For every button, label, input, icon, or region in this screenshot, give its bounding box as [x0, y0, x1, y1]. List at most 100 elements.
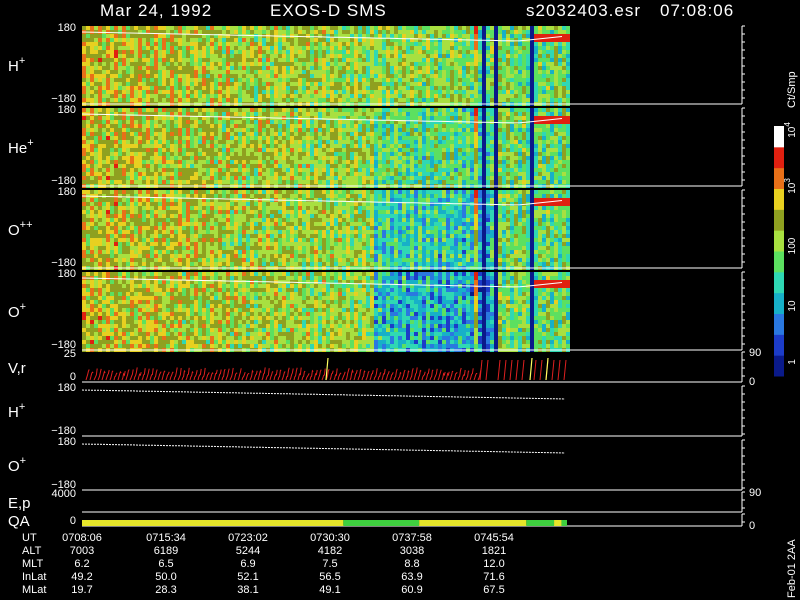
- header-file: s2032403.esr: [526, 1, 641, 20]
- panel: O++180−180: [8, 186, 745, 270]
- panel: He+180−180: [8, 104, 745, 188]
- time-cell: 7003: [70, 545, 94, 557]
- time-cell: 1821: [482, 545, 506, 557]
- time-cell: 12.0: [483, 558, 504, 570]
- time-row-label: MLT: [22, 558, 43, 570]
- time-axis-table: UT 0708:06 0715:34 0723:02 0730:30 0737:58 074…: [22, 532, 514, 596]
- time-cell: 63.9: [401, 571, 422, 583]
- time-cell: 50.0: [155, 571, 176, 583]
- time-cell: 8.8: [404, 558, 419, 570]
- colorbar: 1 10 100 103 104: [774, 122, 798, 377]
- panel: O+180−180: [8, 436, 745, 491]
- y-tick-max: 180: [58, 382, 76, 394]
- colorbar-label: 104: [783, 122, 798, 138]
- panel-label: O+: [8, 301, 26, 321]
- header-instrument: EXOS-D SMS: [270, 1, 387, 20]
- panels-group: H+180−180He+180−180O++180−180O+180−180V,…: [8, 22, 761, 532]
- qa-segment: [419, 520, 527, 526]
- time-row-label: UT: [22, 532, 37, 544]
- qa-segment: [554, 520, 562, 526]
- time-cell: 60.9: [401, 584, 422, 596]
- qa-segment: [82, 520, 344, 526]
- y-tick-max: 25: [64, 348, 76, 360]
- time-cell: 0723:02: [228, 532, 268, 544]
- panel: V,r250900: [8, 347, 761, 388]
- time-cell: 28.3: [155, 584, 176, 596]
- colorbar-title: Ct/Smp: [786, 71, 798, 108]
- time-cell: 0737:58: [392, 532, 432, 544]
- y-tick-min: 0: [70, 515, 76, 527]
- panel: O+180−180: [8, 268, 745, 352]
- time-row-label: ALT: [22, 545, 42, 557]
- colorbar-swatch: [774, 146, 784, 169]
- panel-label-sup: +: [19, 401, 25, 413]
- time-cell: 6189: [154, 545, 178, 557]
- panel-label: E,p: [8, 495, 31, 512]
- y-tick-max: 180: [58, 22, 76, 34]
- panel: H+180−180: [8, 22, 745, 106]
- panel-label: O+: [8, 455, 26, 475]
- panel-label-sup: +: [20, 301, 26, 313]
- time-cell: 52.1: [237, 571, 258, 583]
- colorbar-swatch: [774, 188, 784, 210]
- y2-tick-max: 90: [749, 487, 761, 499]
- qa-segment: [343, 520, 420, 526]
- time-cell: 0745:54: [474, 532, 514, 544]
- y-tick-max: 180: [58, 436, 76, 448]
- time-cell: 4182: [318, 545, 342, 557]
- y2-tick-min: 0: [749, 520, 755, 532]
- colorbar-swatch: [774, 355, 784, 377]
- time-cell: 0730:30: [310, 532, 350, 544]
- colorbar-swatch: [774, 292, 784, 314]
- time-cell: 3038: [400, 545, 424, 557]
- time-cell: 0708:06: [62, 532, 102, 544]
- exos-d-sms-plot: Mar 24, 1992 EXOS-D SMS s2032403.esr 07:…: [8, 1, 798, 598]
- colorbar-swatch: [774, 209, 784, 231]
- time-cell: 6.9: [240, 558, 255, 570]
- time-cell: 49.1: [319, 584, 340, 596]
- colorbar-swatch: [774, 230, 784, 252]
- time-cell: 71.6: [483, 571, 504, 583]
- qa-bar: [82, 520, 567, 526]
- panel-label-sup: +: [19, 55, 25, 67]
- time-cell: 67.5: [483, 584, 504, 596]
- time-cell: 49.2: [71, 571, 92, 583]
- panel-label: QA: [8, 513, 30, 530]
- qa-segment: [561, 520, 567, 526]
- colorbar-label: 10: [787, 300, 798, 312]
- time-cell: 19.7: [71, 584, 92, 596]
- colorbar-label: 1: [787, 359, 798, 365]
- time-cell: 56.5: [319, 571, 340, 583]
- time-cell: 6.2: [74, 558, 89, 570]
- side-note: Feb-01 2AA: [786, 539, 798, 598]
- panel-label-sup: ++: [20, 219, 33, 231]
- panel-label: H+: [8, 55, 25, 75]
- colorbar-swatch: [774, 251, 784, 273]
- y-tick-max: 180: [58, 186, 76, 198]
- panel-label: O++: [8, 219, 33, 239]
- time-cell: 0715:34: [146, 532, 186, 544]
- y2-tick-min: 0: [749, 376, 755, 388]
- y-tick-max: 4000: [52, 488, 76, 500]
- plot-header: Mar 24, 1992 EXOS-D SMS s2032403.esr 07:…: [100, 1, 734, 20]
- panel: H+180−180: [8, 382, 745, 437]
- colorbar-label: 100: [787, 237, 798, 254]
- colorbar-swatch: [774, 313, 784, 335]
- time-row-label: InLat: [22, 571, 46, 583]
- time-row-label: MLat: [22, 584, 46, 596]
- panel-label: H+: [8, 401, 25, 421]
- time-cell: 38.1: [237, 584, 258, 596]
- header-time: 07:08:06: [660, 1, 734, 20]
- panel-label-sup: +: [27, 137, 33, 149]
- time-cell: 5244: [236, 545, 260, 557]
- panel-label-sup: +: [20, 455, 26, 467]
- header-date: Mar 24, 1992: [100, 1, 212, 20]
- panel-label: V,r: [8, 360, 26, 377]
- colorbar-swatch: [774, 271, 784, 294]
- colorbar-swatch: [774, 334, 784, 356]
- y-tick-max: 180: [58, 104, 76, 116]
- time-cell: 7.5: [322, 558, 337, 570]
- panel-label: He+: [8, 137, 34, 157]
- colorbar-label: 103: [783, 178, 798, 194]
- y-tick-max: 180: [58, 268, 76, 280]
